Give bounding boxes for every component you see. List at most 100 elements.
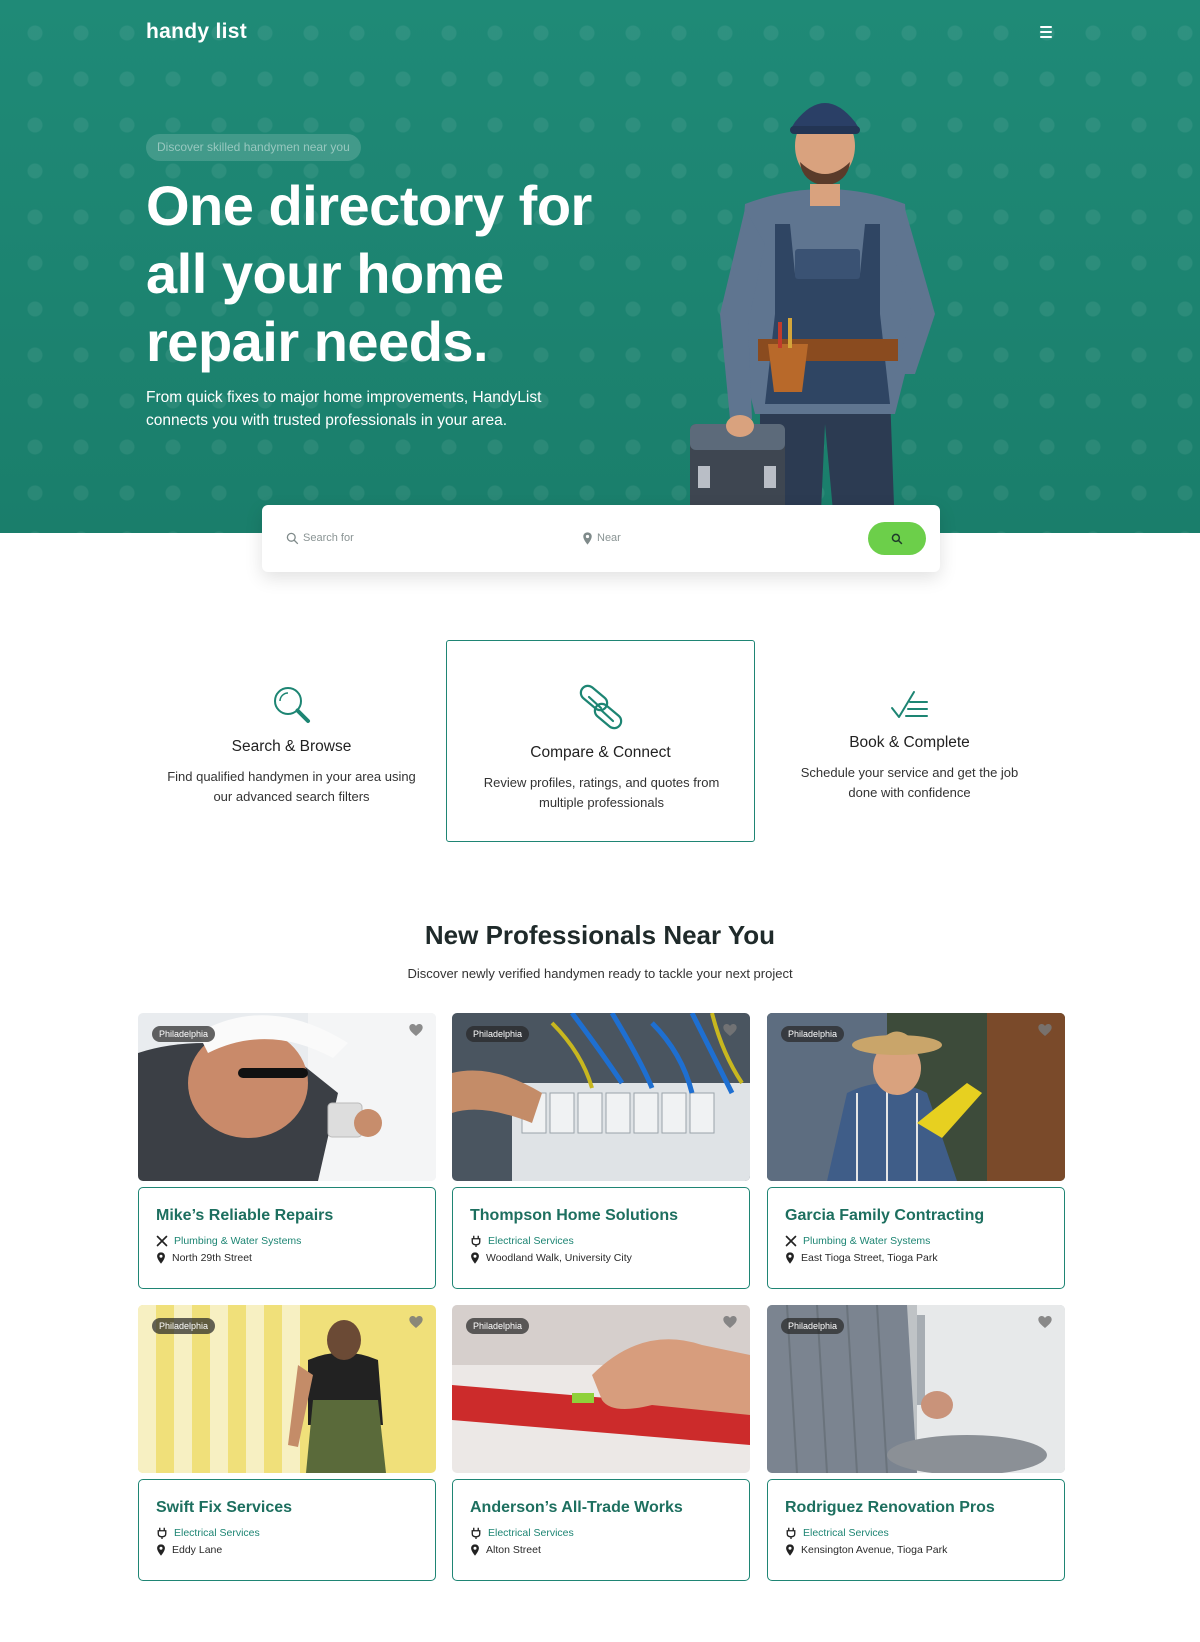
location-label: North 29th Street <box>172 1252 252 1264</box>
heart-icon[interactable] <box>722 1022 738 1038</box>
feature-search-browse: Search & Browse Find qualified handymen … <box>137 640 446 842</box>
city-badge: Philadelphia <box>466 1318 530 1334</box>
card-category: Electrical Services <box>470 1235 732 1247</box>
hamburger-menu-icon[interactable] <box>1034 22 1058 42</box>
location-pin-icon <box>157 1252 165 1264</box>
card-location: North 29th Street <box>156 1252 418 1264</box>
search-button[interactable] <box>868 522 926 555</box>
search-field <box>286 527 523 549</box>
magnifier-icon <box>273 687 310 723</box>
search-icon <box>286 532 299 544</box>
card-title[interactable]: Thompson Home Solutions <box>470 1207 732 1225</box>
section-title: New Professionals Near You <box>424 920 776 950</box>
logo-text: handy list <box>146 20 248 43</box>
city-badge: Philadelphia <box>152 1318 216 1334</box>
card-location: Eddy Lane <box>156 1544 418 1556</box>
card-category: Electrical Services <box>470 1527 732 1539</box>
section-subtitle: Discover newly verified handymen ready t… <box>407 966 793 981</box>
feature-description: Schedule your service and get the job do… <box>800 765 1019 800</box>
card-photo: Philadelphia <box>138 1013 436 1181</box>
professional-card[interactable]: Philadelphia Mike’s Reliable Repairs Plu… <box>138 1013 436 1289</box>
card-info: Swift Fix Services Electrical Services E… <box>138 1479 436 1581</box>
city-badge: Philadelphia <box>466 1026 530 1042</box>
feature-book-complete: Book & Complete Schedule your service an… <box>755 640 1064 842</box>
hero-section: handy list Discover skilled handymen nea… <box>0 0 1200 533</box>
card-title[interactable]: Anderson’s All-Trade Works <box>470 1499 732 1517</box>
location-label: Kensington Avenue, Tioga Park <box>801 1544 948 1556</box>
card-info: Garcia Family Contracting Plumbing & Wat… <box>767 1187 1065 1289</box>
card-photo: Philadelphia <box>767 1013 1065 1181</box>
plug-icon <box>471 1235 481 1247</box>
hero-pill: Discover skilled handymen near you <box>146 134 361 161</box>
logo[interactable]: handy list <box>146 20 247 44</box>
near-input[interactable] <box>597 532 817 544</box>
plug-icon <box>157 1527 167 1539</box>
location-label: Alton Street <box>486 1544 541 1556</box>
feature-title: Book & Complete <box>849 734 970 751</box>
card-info: Anderson’s All-Trade Works Electrical Se… <box>452 1479 750 1581</box>
tools-icon <box>156 1235 168 1247</box>
card-title[interactable]: Mike’s Reliable Repairs <box>156 1207 418 1225</box>
search-bar <box>262 505 940 572</box>
handyman-image <box>690 103 935 533</box>
tools-icon <box>785 1235 797 1247</box>
location-pin-icon <box>583 531 592 545</box>
category-label: Plumbing & Water Systems <box>803 1235 931 1247</box>
professional-card[interactable]: Philadelphia Thompson Home Solutions Ele… <box>452 1013 750 1289</box>
card-category: Electrical Services <box>156 1527 418 1539</box>
hero-title: One directory for all your home repair n… <box>146 174 592 373</box>
category-label: Electrical Services <box>174 1527 260 1539</box>
city-badge: Philadelphia <box>152 1026 216 1042</box>
card-location: Kensington Avenue, Tioga Park <box>785 1544 1047 1556</box>
professional-card[interactable]: Philadelphia Rodriguez Renovation Pros E… <box>767 1305 1065 1581</box>
card-title[interactable]: Swift Fix Services <box>156 1499 418 1517</box>
location-pin-icon <box>157 1544 165 1556</box>
professional-card[interactable]: Philadelphia Anderson’s All-Trade Works … <box>452 1305 750 1581</box>
professional-card[interactable]: Philadelphia Swift Fix Services Electric… <box>138 1305 436 1581</box>
card-photo: Philadelphia <box>452 1013 750 1181</box>
city-badge: Philadelphia <box>781 1318 845 1334</box>
location-pin-icon <box>786 1544 794 1556</box>
location-pin-icon <box>786 1252 794 1264</box>
location-pin-icon <box>471 1544 479 1556</box>
location-label: Eddy Lane <box>172 1544 223 1556</box>
heart-icon[interactable] <box>1037 1022 1053 1038</box>
feature-title: Compare & Connect <box>530 744 671 761</box>
card-location: Alton Street <box>470 1544 732 1556</box>
card-title[interactable]: Rodriguez Renovation Pros <box>785 1499 1047 1517</box>
card-category: Electrical Services <box>785 1527 1047 1539</box>
feature-title: Search & Browse <box>231 738 352 755</box>
feature-compare-connect: Compare & Connect Review profiles, ratin… <box>446 640 755 842</box>
category-label: Electrical Services <box>803 1527 889 1539</box>
feature-description: Review profiles, ratings, and quotes fro… <box>483 775 720 810</box>
location-label: Woodland Walk, University City <box>486 1252 632 1264</box>
search-input[interactable] <box>303 532 523 544</box>
paperclip-icon <box>579 684 622 730</box>
card-photo: Philadelphia <box>452 1305 750 1473</box>
card-location: Woodland Walk, University City <box>470 1252 732 1264</box>
card-photo: Philadelphia <box>767 1305 1065 1473</box>
card-category: Plumbing & Water Systems <box>785 1235 1047 1247</box>
search-icon <box>891 533 903 544</box>
heart-icon[interactable] <box>408 1022 424 1038</box>
near-field <box>582 527 817 549</box>
city-badge: Philadelphia <box>781 1026 845 1042</box>
location-pin-icon <box>471 1252 479 1264</box>
hero-subtitle: From quick fixes to major home improveme… <box>146 389 542 429</box>
card-title[interactable]: Garcia Family Contracting <box>785 1207 1047 1225</box>
card-info: Mike’s Reliable Repairs Plumbing & Water… <box>138 1187 436 1289</box>
heart-icon[interactable] <box>1037 1314 1053 1330</box>
category-label: Plumbing & Water Systems <box>174 1235 302 1247</box>
card-info: Rodriguez Renovation Pros Electrical Ser… <box>767 1479 1065 1581</box>
card-info: Thompson Home Solutions Electrical Servi… <box>452 1187 750 1289</box>
category-label: Electrical Services <box>488 1527 574 1539</box>
plug-icon <box>471 1527 481 1539</box>
checklist-icon <box>890 691 928 718</box>
heart-icon[interactable] <box>722 1314 738 1330</box>
card-photo: Philadelphia <box>138 1305 436 1473</box>
category-label: Electrical Services <box>488 1235 574 1247</box>
heart-icon[interactable] <box>408 1314 424 1330</box>
feature-description: Find qualified handymen in your area usi… <box>167 769 416 804</box>
plug-icon <box>786 1527 796 1539</box>
professional-card[interactable]: Philadelphia Garcia Family Contracting P… <box>767 1013 1065 1289</box>
